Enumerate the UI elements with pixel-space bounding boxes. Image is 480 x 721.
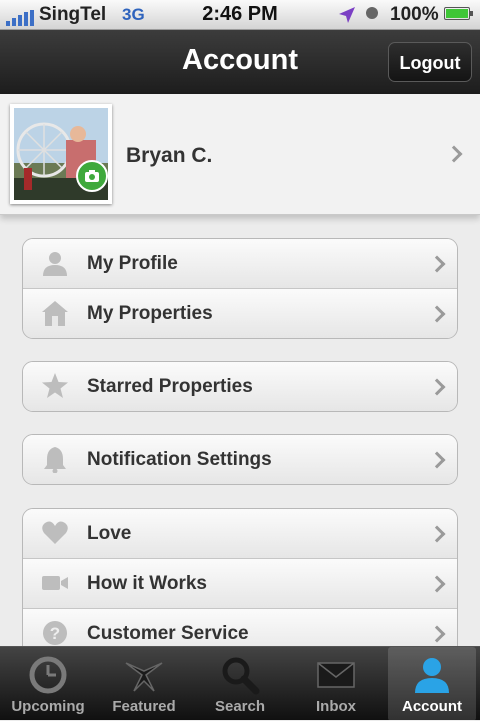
navigation-bar: Account Logout: [0, 30, 480, 94]
menu-item-starred-properties[interactable]: Starred Properties: [23, 362, 457, 411]
svg-text:?: ?: [50, 624, 60, 643]
featured-icon: [125, 662, 163, 692]
tab-label: Featured: [112, 698, 176, 715]
bell-icon: [44, 447, 66, 473]
menu-group-starred: Starred Properties: [22, 361, 458, 412]
chevron-right-icon: [428, 305, 446, 323]
menu-group-profile: My Profile My Properties: [22, 238, 458, 339]
menu-item-my-properties[interactable]: My Properties: [23, 289, 457, 338]
tab-bar: Upcoming Featured Search Inbox Account: [0, 646, 480, 721]
tab-featured[interactable]: Featured: [96, 647, 192, 721]
battery-percent: 100%: [390, 4, 439, 25]
menu-item-notification-settings[interactable]: Notification Settings: [23, 435, 457, 484]
tab-account[interactable]: Account: [388, 647, 476, 721]
tab-search[interactable]: Search: [192, 647, 288, 721]
alarm-icon: [366, 7, 378, 19]
menu-item-label: My Profile: [87, 253, 178, 274]
menu-item-love[interactable]: Love: [23, 509, 457, 559]
heart-icon: [42, 521, 68, 544]
user-header[interactable]: Bryan C.: [0, 94, 480, 215]
menu-item-label: Customer Service: [87, 623, 249, 644]
chevron-right-icon: [428, 525, 446, 543]
location-icon: [339, 7, 355, 23]
tab-upcoming[interactable]: Upcoming: [0, 647, 96, 721]
search-icon: [222, 657, 260, 695]
menu-item-how-it-works[interactable]: How it Works: [23, 559, 457, 609]
camera-icon[interactable]: [76, 160, 108, 192]
battery-icon: [444, 7, 473, 20]
tab-label: Search: [214, 698, 266, 715]
house-icon: [42, 301, 68, 326]
menu-item-label: Love: [87, 523, 132, 544]
chevron-right-icon: [428, 378, 446, 396]
tab-label: Account: [402, 698, 462, 715]
status-bar: SingTel 3G 2:46 PM 100%: [0, 0, 480, 30]
chevron-right-icon: [428, 255, 446, 273]
chevron-right-icon: [428, 625, 446, 643]
video-icon: [42, 576, 68, 590]
chevron-right-icon: [445, 145, 463, 163]
menu-item-label: How it Works: [87, 573, 207, 594]
star-icon: [42, 373, 68, 398]
menu-group-info: Love How it Works ? Customer Service: [22, 508, 458, 658]
person-icon: [43, 252, 67, 276]
menu-item-my-profile[interactable]: My Profile: [23, 239, 457, 289]
menu-item-label: Starred Properties: [87, 376, 253, 397]
menu-item-label: My Properties: [87, 303, 213, 324]
clock-icon: [29, 656, 67, 694]
chevron-right-icon: [428, 451, 446, 469]
envelope-icon: [317, 662, 355, 688]
chevron-right-icon: [428, 575, 446, 593]
tab-label: Upcoming: [11, 698, 85, 715]
menu-item-label: Notification Settings: [87, 449, 272, 470]
person-icon: [415, 658, 449, 693]
menu-group-notifications: Notification Settings: [22, 434, 458, 485]
profile-photo[interactable]: [10, 104, 112, 204]
user-name: Bryan C.: [126, 144, 213, 167]
logout-button[interactable]: Logout: [388, 42, 472, 82]
question-icon: ?: [43, 621, 67, 645]
tab-label: Inbox: [316, 698, 356, 715]
tab-inbox[interactable]: Inbox: [288, 647, 384, 721]
